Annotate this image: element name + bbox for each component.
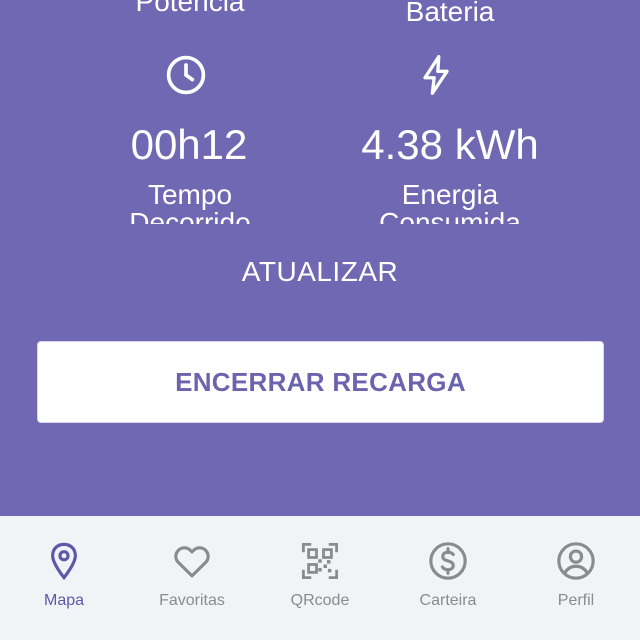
- potencia-label-clip: Potência: [70, 0, 310, 16]
- energia-label-line1: Energia: [401, 179, 499, 210]
- energia-value: 4.38 kWh: [361, 121, 539, 168]
- nav-item-perfil[interactable]: Perfil: [512, 516, 640, 640]
- nav-label-mapa: Mapa: [43, 592, 85, 609]
- nav-item-favoritas[interactable]: Favoritas: [128, 516, 256, 640]
- bottom-navigation: Mapa Favoritas QRcode Carteira Perfil: [0, 516, 640, 640]
- map-pin-icon: [51, 542, 77, 581]
- bateria-label: Bateria: [405, 0, 495, 26]
- bateria-label-clip: Bateria: [330, 0, 570, 26]
- refresh-button[interactable]: ATUALIZAR: [0, 256, 640, 288]
- energia-label-clip: Energia Consumida: [330, 178, 570, 225]
- charging-status-panel: Potência Bateria 00h12 4.38 kWh Tempo De…: [0, 0, 640, 516]
- nav-item-qrcode[interactable]: QRcode: [256, 516, 384, 640]
- nav-item-carteira[interactable]: Carteira: [384, 516, 512, 640]
- qrcode-icon: [301, 542, 339, 580]
- heart-icon: [174, 546, 210, 578]
- nav-item-mapa[interactable]: Mapa: [0, 516, 128, 640]
- nav-label-favoritas: Favoritas: [159, 592, 225, 609]
- tempo-label-line1: Tempo: [147, 179, 233, 210]
- end-charging-button[interactable]: ENCERRAR RECARGA: [37, 341, 604, 423]
- potencia-label: Potência: [135, 0, 245, 16]
- nav-label-carteira: Carteira: [419, 592, 477, 609]
- energia-label-line2: Consumida: [379, 207, 521, 225]
- nav-label-perfil: Perfil: [557, 592, 595, 609]
- lightning-icon: [423, 55, 449, 95]
- user-icon: [557, 542, 595, 580]
- tempo-label-line2: Decorrido: [129, 207, 251, 225]
- tempo-label-clip: Tempo Decorrido: [70, 178, 310, 225]
- nav-label-qrcode: QRcode: [290, 592, 350, 609]
- clock-icon: [166, 55, 206, 95]
- tempo-value: 00h12: [130, 121, 248, 168]
- dollar-icon: [429, 542, 467, 580]
